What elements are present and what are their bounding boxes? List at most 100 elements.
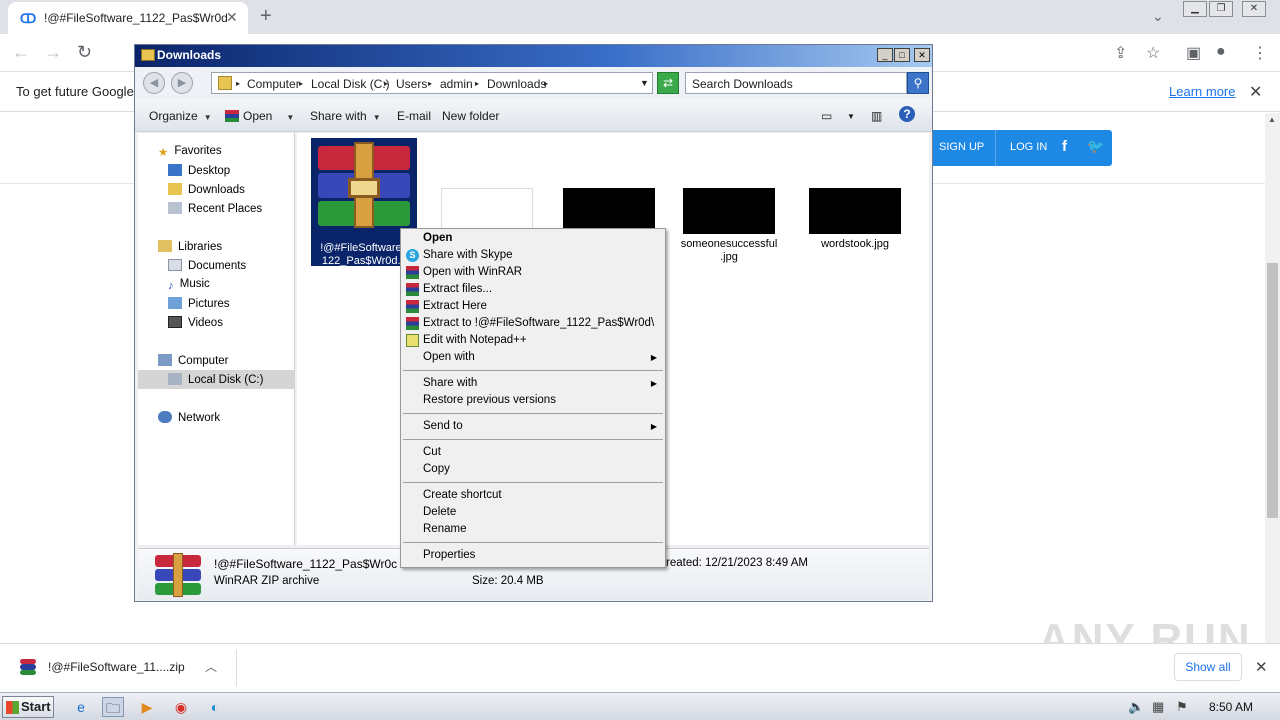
download-item-name[interactable]: !@#FileSoftware_11....zip bbox=[48, 660, 185, 674]
file-item-someonesuccessful[interactable]: someonesuccessful .jpg bbox=[679, 188, 779, 264]
back-arrow-icon[interactable]: ← bbox=[12, 42, 30, 63]
menu-item-extract-here[interactable]: Extract Here bbox=[403, 298, 663, 315]
browser-restore-button[interactable]: ❐ bbox=[1209, 1, 1233, 17]
menu-item-cut[interactable]: Cut bbox=[403, 444, 663, 461]
start-button[interactable]: Start bbox=[2, 696, 54, 718]
breadcrumb-admin[interactable]: admin bbox=[440, 77, 473, 91]
file-item-wordstook-jpg[interactable]: wordstook.jpg bbox=[807, 188, 903, 250]
nav-pictures[interactable]: Pictures bbox=[168, 297, 230, 310]
scroll-up-icon[interactable]: ▲ bbox=[1268, 115, 1276, 124]
refresh-icon[interactable]: ⇄ bbox=[657, 72, 679, 94]
share-icon[interactable]: ⇪ bbox=[1114, 43, 1127, 63]
search-input[interactable]: Search Downloads bbox=[685, 72, 907, 94]
breadcrumb-computer[interactable]: Computer bbox=[247, 77, 300, 91]
explorer-title-bar[interactable]: Downloads _ □ ✕ bbox=[135, 45, 932, 67]
nav-downloads[interactable]: Downloads bbox=[168, 183, 245, 196]
email-button[interactable]: E-mail bbox=[397, 109, 431, 123]
download-options-chevron-icon[interactable]: ︿ bbox=[205, 658, 217, 675]
breadcrumb-arrow-icon[interactable]: ▸ bbox=[544, 79, 548, 88]
menu-item-send-to[interactable]: Send to ▶ bbox=[403, 418, 663, 435]
nav-recent-places[interactable]: Recent Places bbox=[168, 202, 262, 215]
organize-button[interactable]: Organize ▼ bbox=[149, 109, 212, 123]
breadcrumb-users[interactable]: Users bbox=[396, 77, 427, 91]
maximize-button[interactable]: □ bbox=[894, 48, 910, 62]
help-icon[interactable]: ? bbox=[899, 106, 915, 122]
menu-item-extract-to[interactable]: Extract to !@#FileSoftware_1122_Pas$Wr0d… bbox=[403, 315, 663, 332]
address-bar[interactable]: ▸ Computer ▸ Local Disk (C:) ▸ Users ▸ a… bbox=[211, 72, 653, 94]
chrome-menu-icon[interactable]: ⋮ bbox=[1252, 43, 1268, 63]
facebook-icon[interactable]: f bbox=[1062, 138, 1067, 155]
menu-item-extract-files[interactable]: Extract files... bbox=[403, 281, 663, 298]
search-icon[interactable]: ⚲ bbox=[907, 72, 929, 94]
breadcrumb-arrow-icon[interactable]: ▸ bbox=[236, 79, 240, 88]
tab-close-icon[interactable]: ✕ bbox=[226, 9, 238, 26]
nav-computer[interactable]: Computer bbox=[158, 354, 229, 367]
preview-pane-icon[interactable]: ▥ bbox=[871, 109, 882, 123]
menu-item-open-with[interactable]: Open with ▶ bbox=[403, 349, 663, 366]
change-view-icon[interactable]: ▭ bbox=[821, 109, 832, 123]
breadcrumb-arrow-icon[interactable]: ▸ bbox=[384, 79, 388, 88]
menu-item-delete[interactable]: Delete bbox=[403, 504, 663, 521]
breadcrumb-arrow-icon[interactable]: ▸ bbox=[428, 79, 432, 88]
page-scrollbar[interactable]: ▲ bbox=[1265, 113, 1280, 643]
nav-network[interactable]: Network bbox=[158, 411, 220, 424]
explorer-folder-icon[interactable]: 🗀 bbox=[102, 697, 124, 717]
internet-explorer-icon[interactable]: e bbox=[70, 697, 92, 717]
browser-close-button[interactable]: ✕ bbox=[1242, 1, 1266, 17]
learn-more-link[interactable]: Learn more bbox=[1169, 84, 1235, 99]
speaker-icon[interactable]: 🔈 bbox=[1128, 699, 1144, 715]
nav-documents[interactable]: Documents bbox=[168, 259, 246, 272]
new-tab-icon[interactable]: + bbox=[260, 5, 272, 28]
nav-videos[interactable]: Videos bbox=[168, 316, 223, 329]
profile-avatar-icon[interactable]: ● bbox=[1216, 43, 1226, 61]
scrollbar-thumb[interactable] bbox=[1267, 263, 1278, 518]
breadcrumb-downloads[interactable]: Downloads bbox=[487, 77, 546, 91]
open-button[interactable]: Open ▼ bbox=[225, 109, 294, 123]
close-button[interactable]: ✕ bbox=[914, 48, 930, 62]
browser-tab[interactable]: ↀ !@#FileSoftware_1122_Pas$Wr0d ✕ bbox=[8, 2, 248, 34]
minimize-button[interactable]: _ bbox=[877, 48, 893, 62]
menu-item-restore-previous[interactable]: Restore previous versions bbox=[403, 392, 663, 409]
menu-item-create-shortcut[interactable]: Create shortcut bbox=[403, 487, 663, 504]
taskbar-clock[interactable]: 8:50 AM bbox=[1209, 700, 1253, 714]
nav-music[interactable]: ♪ Music bbox=[168, 278, 210, 292]
reload-icon[interactable]: ↻ bbox=[77, 42, 92, 63]
back-button[interactable]: ◀ bbox=[143, 72, 165, 94]
breadcrumb-arrow-icon[interactable]: ▸ bbox=[475, 79, 479, 88]
menu-item-copy[interactable]: Copy bbox=[403, 461, 663, 478]
menu-item-rename[interactable]: Rename bbox=[403, 521, 663, 538]
side-panel-icon[interactable]: ▣ bbox=[1186, 43, 1201, 63]
menu-item-share-skype[interactable]: S Share with Skype bbox=[403, 247, 663, 264]
show-all-button[interactable]: Show all bbox=[1174, 653, 1242, 681]
edge-icon[interactable]: ◐ bbox=[204, 697, 226, 717]
nav-local-disk[interactable]: Local Disk (C:) bbox=[138, 370, 295, 389]
nav-favorites[interactable]: ★ Favorites bbox=[158, 145, 222, 159]
chrome-icon[interactable]: ◉ bbox=[170, 697, 192, 717]
share-with-button[interactable]: Share with ▼ bbox=[310, 109, 381, 123]
forward-arrow-icon[interactable]: → bbox=[44, 42, 62, 63]
download-shelf-close-icon[interactable]: ✕ bbox=[1255, 658, 1268, 676]
sign-up-link[interactable]: SIGN UP bbox=[939, 141, 984, 153]
tab-search-chevron-icon[interactable]: ⌄ bbox=[1152, 8, 1164, 25]
network-tray-icon[interactable]: ▦ bbox=[1152, 699, 1164, 715]
twitter-icon[interactable]: 🐦 bbox=[1087, 138, 1104, 155]
media-player-icon[interactable]: ▶ bbox=[136, 697, 158, 717]
menu-item-open-winrar[interactable]: Open with WinRAR bbox=[403, 264, 663, 281]
breadcrumb-local-disk[interactable]: Local Disk (C:) bbox=[311, 77, 390, 91]
address-dropdown-icon[interactable]: ▼ bbox=[640, 78, 649, 88]
menu-item-open[interactable]: Open bbox=[403, 230, 663, 247]
menu-item-properties[interactable]: Properties bbox=[403, 547, 663, 564]
new-folder-button[interactable]: New folder bbox=[442, 109, 499, 123]
nav-libraries[interactable]: Libraries bbox=[158, 240, 222, 253]
file-item-image-light[interactable] bbox=[441, 188, 533, 232]
forward-button[interactable]: ▶ bbox=[171, 72, 193, 94]
nav-desktop[interactable]: Desktop bbox=[168, 164, 230, 177]
menu-item-share-with[interactable]: Share with ▶ bbox=[403, 375, 663, 392]
breadcrumb-arrow-icon[interactable]: ▸ bbox=[299, 79, 303, 88]
view-dropdown-icon[interactable]: ▼ bbox=[847, 112, 855, 121]
bookmark-star-icon[interactable]: ☆ bbox=[1146, 43, 1160, 63]
infobar-close-icon[interactable]: ✕ bbox=[1249, 82, 1262, 102]
menu-item-edit-notepad[interactable]: Edit with Notepad++ bbox=[403, 332, 663, 349]
action-center-flag-icon[interactable]: ⚑ bbox=[1176, 699, 1188, 715]
log-in-link[interactable]: LOG IN bbox=[1010, 141, 1047, 153]
